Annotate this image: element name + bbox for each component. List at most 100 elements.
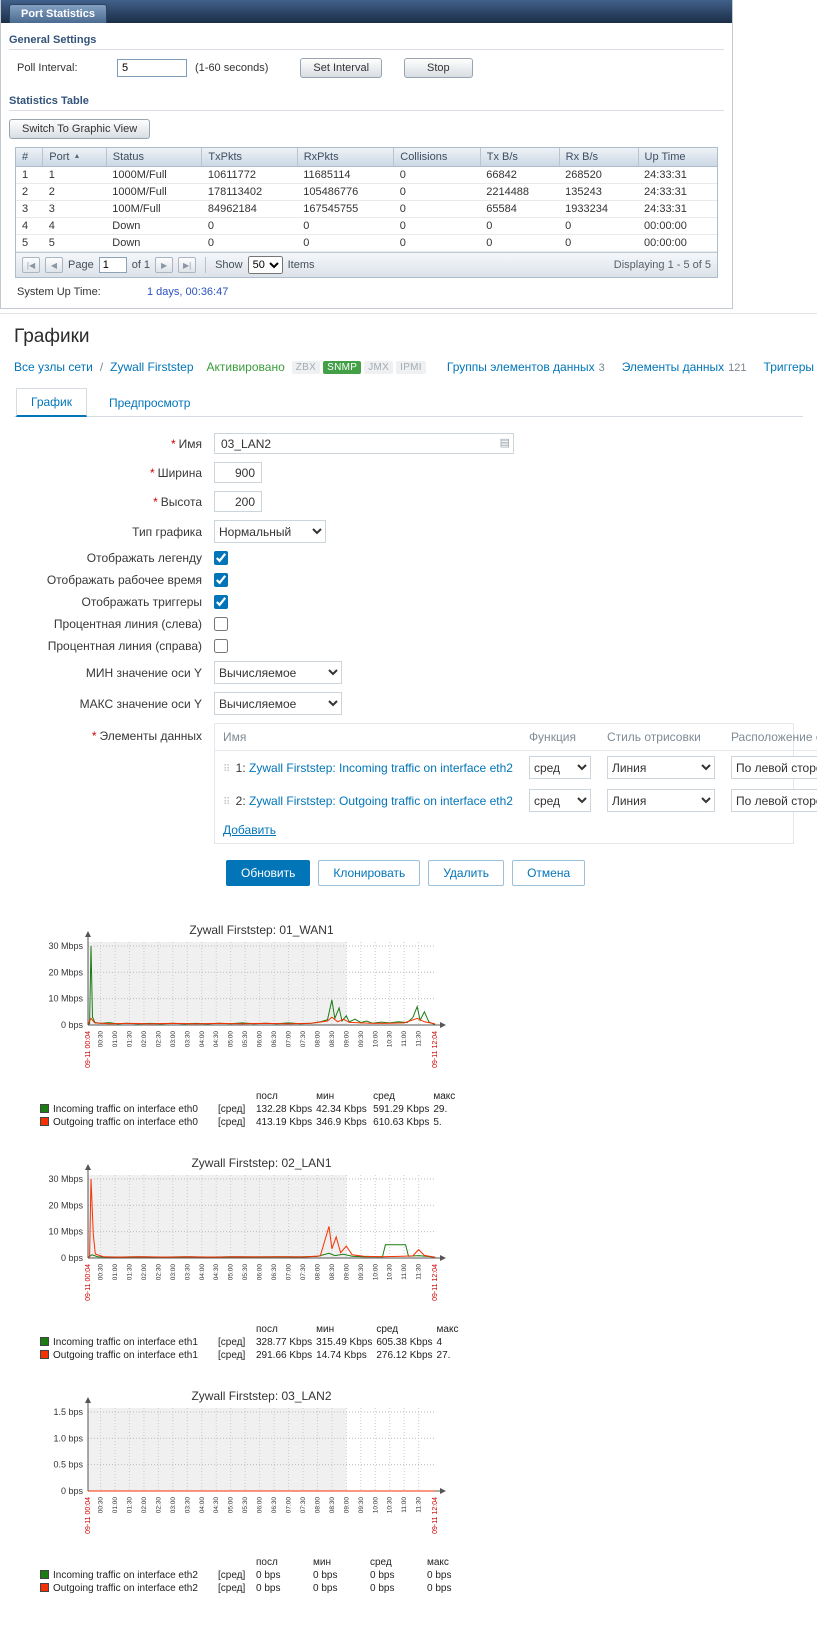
table-row[interactable]: 2 2 1000M/Full 178113402 105486776 0 2214488 13… — [16, 183, 717, 201]
legend-header-row: посл мин сред макс — [256, 1557, 449, 1568]
page-number-input[interactable] — [98, 257, 127, 273]
svg-text:05:00: 05:00 — [228, 1497, 235, 1514]
graph-type-select[interactable]: Нормальный — [214, 520, 326, 543]
svg-text:0 bps: 0 bps — [61, 1020, 84, 1030]
percent-left-checkbox[interactable] — [214, 617, 228, 631]
next-page-icon[interactable]: ▶ — [155, 257, 174, 273]
show-working-time-checkbox[interactable] — [214, 573, 228, 587]
breadcrumb-all-hosts[interactable]: Все узлы сети — [14, 360, 93, 374]
axis-side-select[interactable]: По левой стороне — [730, 756, 817, 779]
tab-port-statistics[interactable]: Port Statistics — [9, 4, 107, 23]
host-nav-link[interactable]: Элементы данных 121 — [622, 360, 747, 374]
axis-side-select[interactable]: По левой стороне — [730, 789, 817, 812]
svg-text:Zywall Firststep: 01_WAN1: Zywall Firststep: 01_WAN1 — [189, 923, 334, 937]
table-row[interactable]: 4 4 Down 0 0 0 0 0 00:00:00 — [16, 217, 717, 235]
item-link[interactable]: Zywall Firststep: Incoming traffic on in… — [249, 761, 513, 775]
svg-text:07:00: 07:00 — [286, 1497, 293, 1514]
column-header[interactable]: Port ▲ — [42, 148, 107, 167]
series-color-icon — [40, 1350, 49, 1359]
draw-style-select[interactable]: Линия — [606, 789, 715, 812]
legend-row: Outgoing traffic on interface eth1 [сред]… — [38, 1349, 492, 1362]
svg-text:04:30: 04:30 — [213, 1264, 220, 1281]
tab-graph[interactable]: График — [16, 388, 87, 417]
graph-width-input[interactable] — [214, 462, 262, 483]
drag-handle-icon[interactable]: ⠿ — [223, 797, 230, 808]
tab-label: Port Statistics — [21, 8, 95, 20]
svg-text:07:30: 07:30 — [300, 1031, 307, 1048]
svg-text:09:30: 09:30 — [358, 1497, 365, 1514]
poll-interval-input[interactable] — [117, 59, 187, 77]
stop-button[interactable]: Stop — [404, 58, 473, 78]
graph-name-input[interactable] — [214, 433, 514, 454]
nav-count: 121 — [728, 362, 747, 374]
percent-right-checkbox[interactable] — [214, 639, 228, 653]
y-min-select[interactable]: Вычисляемое — [214, 661, 342, 684]
svg-text:08:30: 08:30 — [329, 1497, 336, 1514]
tab-preview[interactable]: Предпросмотр — [107, 390, 192, 416]
first-page-icon[interactable]: |◀ — [22, 257, 40, 273]
svg-text:11:00: 11:00 — [401, 1497, 408, 1513]
svg-text:09:00: 09:00 — [343, 1264, 350, 1281]
svg-text:00:30: 00:30 — [98, 1031, 105, 1048]
port-statistics-window: Port Statistics General Settings Poll In… — [0, 0, 733, 309]
show-legend-checkbox[interactable] — [214, 551, 228, 565]
svg-text:11:30: 11:30 — [416, 1264, 423, 1280]
host-nav-link[interactable]: Триггеры49 — [764, 360, 817, 374]
page-size-select[interactable]: 50 — [247, 256, 283, 274]
table-row[interactable]: 3 3 100M/Full 84962184 167545755 0 65584 193323… — [16, 200, 717, 218]
svg-text:08:30: 08:30 — [329, 1264, 336, 1281]
table-row[interactable]: 5 5 Down 0 0 0 0 0 00:00:00 — [16, 234, 717, 252]
update-button[interactable]: Обновить — [226, 860, 311, 886]
pager-divider — [205, 257, 207, 273]
draw-style-select[interactable]: Линия — [606, 756, 715, 779]
y-max-select[interactable]: Вычисляемое — [214, 692, 342, 715]
svg-text:1.5 bps: 1.5 bps — [53, 1407, 83, 1417]
column-header[interactable]: Rx B/s — [558, 148, 639, 167]
prev-page-icon[interactable]: ◀ — [45, 257, 63, 273]
host-nav: Группы элементов данных 3 Элементы данных 1… — [447, 360, 817, 374]
svg-text:30 Mbps: 30 Mbps — [48, 1174, 83, 1184]
switch-graphic-view-button[interactable]: Switch To Graphic View — [9, 119, 151, 139]
title-bar: Port Statistics — [1, 0, 732, 23]
interface-badge-zbx: ZBX — [291, 360, 321, 374]
table-row[interactable]: 1 1 1000M/Full 10611772 11685114 0 66842 268520… — [16, 166, 717, 184]
cancel-button[interactable]: Отмена — [512, 860, 586, 886]
delete-button[interactable]: Удалить — [428, 860, 505, 886]
items-label: Items — [287, 259, 315, 271]
column-header[interactable]: Collisions — [393, 148, 481, 167]
column-header[interactable]: Up Time — [637, 148, 717, 167]
column-header[interactable]: # — [16, 148, 43, 167]
drag-handle-icon[interactable]: ⠿ — [223, 764, 230, 775]
show-triggers-checkbox[interactable] — [214, 595, 228, 609]
percent-right-label: Процентная линия (справа) — [47, 639, 202, 653]
item-link[interactable]: Zywall Firststep: Outgoing traffic on in… — [249, 794, 513, 808]
clone-button[interactable]: Клонировать — [318, 860, 421, 886]
function-select[interactable]: сред — [528, 789, 591, 812]
column-header[interactable]: RxPkts — [296, 148, 394, 167]
interface-badge-jmx: JMX — [364, 360, 394, 374]
svg-text:09:30: 09:30 — [358, 1031, 365, 1048]
svg-text:10 Mbps: 10 Mbps — [48, 1227, 83, 1237]
set-interval-button[interactable]: Set Interval — [300, 58, 383, 78]
add-item-link[interactable]: Добавить — [223, 823, 276, 837]
last-page-icon[interactable]: ▶| — [178, 257, 197, 273]
graph-legend: посл мин сред макс Incoming traffic on inter… — [38, 1323, 508, 1362]
column-header[interactable]: Status — [105, 148, 202, 167]
svg-text:05:30: 05:30 — [242, 1497, 249, 1514]
svg-text:30 Mbps: 30 Mbps — [48, 941, 83, 951]
interface-badge-ipmi: IPMI — [396, 360, 426, 374]
svg-text:01:30: 01:30 — [126, 1264, 133, 1281]
column-header[interactable]: TxPkts — [201, 148, 298, 167]
function-select[interactable]: сред — [528, 756, 591, 779]
svg-text:20 Mbps: 20 Mbps — [48, 1200, 83, 1210]
y-max-label: МАКС значение оси Y — [79, 696, 202, 711]
svg-text:06:00: 06:00 — [257, 1031, 264, 1048]
host-nav-link[interactable]: Группы элементов данных 3 — [447, 360, 605, 374]
breadcrumb-host[interactable]: Zywall Firststep — [110, 360, 193, 374]
name-field-icon[interactable]: ▤ — [500, 436, 510, 449]
graph-height-input[interactable] — [214, 491, 262, 512]
legend-row: Incoming traffic on interface eth2 [сред]… — [38, 1569, 482, 1582]
graph-form: *Имя ▤ *Ширина *Высота Тип графика Норма… — [14, 433, 817, 886]
svg-text:06:30: 06:30 — [271, 1497, 278, 1514]
column-header[interactable]: Tx B/s — [479, 148, 560, 167]
